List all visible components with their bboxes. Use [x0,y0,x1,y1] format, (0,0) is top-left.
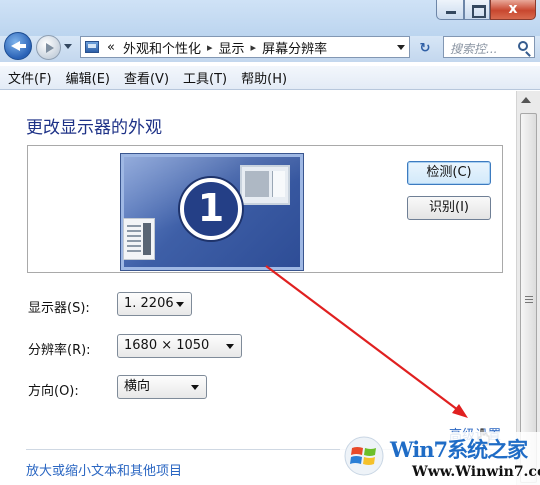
window-controls: x [436,0,536,20]
maximize-button[interactable] [464,0,490,20]
display-select-value: 1. 2206 [124,296,174,311]
close-icon: x [508,1,518,17]
breadcrumb-item-appearance[interactable]: 外观和个性化 [123,38,201,57]
orientation-select-value: 横向 [124,379,151,394]
breadcrumb-separator-icon[interactable]: ▸ [251,41,257,54]
menu-tools[interactable]: 工具(T) [175,68,233,87]
resize-text-link[interactable]: 放大或缩小文本和其他项目 [26,460,182,479]
menu-file[interactable]: 文件(F) [0,68,58,87]
resolution-select[interactable]: 1680 × 1050 [117,334,242,358]
scroll-grip [525,296,533,297]
address-dropdown-icon[interactable] [397,45,405,50]
menu-edit[interactable]: 编辑(E) [58,68,116,87]
scroll-thumb[interactable] [520,113,537,483]
refresh-icon: ↻ [419,40,431,56]
watermark: Win7系统之家 Www.Winwin7.com [340,432,540,485]
scroll-up-arrow-icon[interactable] [521,97,531,103]
search-box[interactable]: 搜索控... [443,36,535,58]
chevron-down-icon [176,302,184,307]
recent-pages-dropdown[interactable] [64,44,72,49]
vertical-scrollbar[interactable] [516,91,540,485]
close-button[interactable]: x [490,0,536,20]
windows-logo-icon [344,436,384,476]
menu-help[interactable]: 帮助(H) [233,68,293,87]
search-icon[interactable] [518,41,528,51]
monitor-window-graphic-icon [240,165,290,205]
control-panel-icon [85,41,99,53]
resolution-label: 分辨率(R): [28,343,91,358]
forward-button[interactable] [36,35,61,60]
display-select[interactable]: 1. 2206 [117,292,192,316]
monitor-sidebar-graphic-icon [123,218,155,260]
watermark-url: Www.Winwin7.com [412,464,540,480]
scroll-grip [525,299,533,300]
resolution-select-value: 1680 × 1050 [124,338,210,353]
menu-view[interactable]: 查看(V) [116,68,175,87]
orientation-select[interactable]: 横向 [117,375,207,399]
identify-button[interactable]: 识别(I) [407,196,491,220]
address-bar[interactable]: « 外观和个性化 ▸ 显示 ▸ 屏幕分辨率 [80,36,410,58]
orientation-label: 方向(O): [28,384,79,399]
breadcrumb-separator-icon[interactable]: ▸ [207,41,213,54]
chevron-down-icon [226,344,234,349]
detect-button[interactable]: 检测(C) [407,161,491,185]
menu-bar: 文件(F) 编辑(E) 查看(V) 工具(T) 帮助(H) [0,66,540,90]
search-placeholder: 搜索控... [450,42,498,56]
display-label: 显示器(S): [28,301,90,316]
page-title: 更改显示器的外观 [26,118,162,138]
breadcrumb-item-display[interactable]: 显示 [219,38,245,57]
refresh-button[interactable]: ↻ [414,38,436,58]
breadcrumb-overflow[interactable]: « [107,40,115,55]
breadcrumb: « 外观和个性化 ▸ 显示 ▸ 屏幕分辨率 [107,38,327,57]
back-button[interactable] [4,32,32,60]
monitor-number-badge: 1 [180,178,242,240]
chevron-down-icon [191,385,199,390]
scroll-grip [525,302,533,303]
minimize-button[interactable] [436,0,464,20]
watermark-title: Win7系统之家 [390,437,528,462]
breadcrumb-item-resolution[interactable]: 屏幕分辨率 [262,38,327,57]
